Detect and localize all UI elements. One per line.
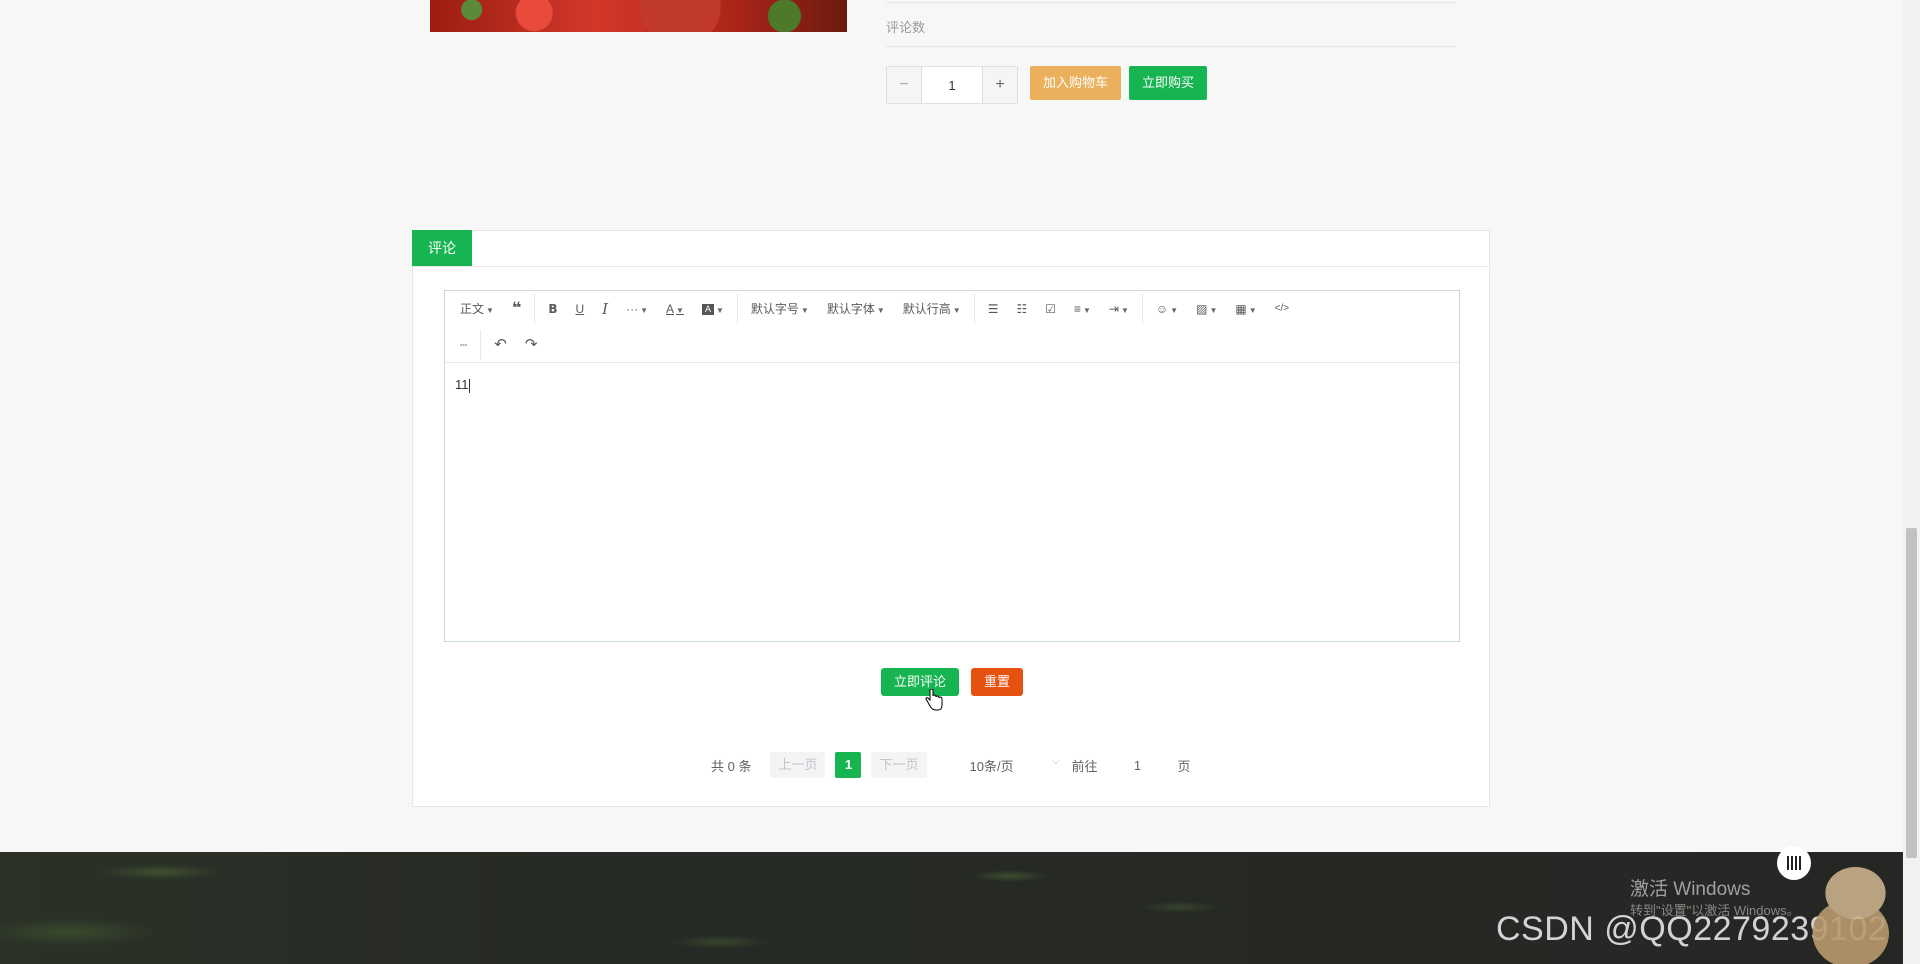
todo-icon[interactable]: ☑ [1036,294,1065,324]
prev-page-button[interactable]: 上一页 [770,752,826,778]
toolbar-separator [480,330,482,360]
add-to-cart-button[interactable]: 加入购物车 [1030,66,1122,100]
goto-page-input[interactable] [1105,751,1170,779]
buy-now-button[interactable]: 立即购买 [1129,66,1208,100]
quantity-stepper: − + [886,66,1018,104]
goto-label: 前往 [1071,758,1098,774]
scrollbar-thumb[interactable] [1906,528,1917,858]
page-scrollbar[interactable] [1903,0,1920,964]
hand-cursor-icon [925,689,943,711]
quantity-input[interactable] [922,67,982,103]
reset-button[interactable]: 重置 [971,668,1024,696]
emoji-icon[interactable]: ☺ ▼ [1147,294,1187,324]
bullet-list-icon[interactable]: ☰ [979,294,1008,324]
tab-comments[interactable]: 评论 [412,230,472,266]
font-size-dropdown[interactable]: 默认字号 ▼ [742,294,818,324]
editor-toolbar: 正文 ▼ ❝ B U I ··· ▼ A ▼ A ▼ 默认字号 ▼ 默认字体 ▼ 默认行高 ▼… [445,291,1459,363]
toolbar-separator [736,294,738,324]
mascot-image [1808,855,1903,964]
editor-text: 11 [455,377,469,392]
divider [886,46,1456,47]
table-icon[interactable]: ▦ ▼ [1226,294,1265,324]
product-image [430,0,847,32]
align-icon[interactable]: ≡ ▼ [1065,294,1100,324]
toolbar-separator [973,294,975,324]
goto-suffix: 页 [1177,758,1191,774]
activate-windows-watermark: 激活 Windows [1630,879,1751,900]
font-family-dropdown[interactable]: 默认字体 ▼ [818,294,894,324]
font-color-icon[interactable]: A ▼ [657,294,693,324]
toolbar-separator [1141,294,1143,324]
italic-icon[interactable]: I [593,294,617,324]
toolbar-separator [534,294,536,324]
image-icon[interactable]: ▨ ▼ [1187,294,1226,324]
text-cursor [468,378,470,393]
floating-assistant-icon[interactable] [1777,846,1811,880]
rich-text-editor: 正文 ▼ ❝ B U I ··· ▼ A ▼ A ▼ 默认字号 ▼ 默认字体 ▼ 默认行高 ▼… [444,290,1460,642]
divider-icon[interactable]: ┄ [451,330,476,360]
next-page-button[interactable]: 下一页 [871,752,927,778]
indent-icon[interactable]: ⇥ ▼ [1100,294,1138,324]
page-size-select[interactable]: 10条/页 ⌵ [970,756,1060,775]
page-size-value: 10条/页 [969,758,1014,774]
comments-panel: 评论 正文 ▼ ❝ B U I ··· ▼ A ▼ A ▼ 默认字号 ▼ 默认字体 ▼ 默认… [412,230,1490,807]
bold-icon[interactable]: B [539,294,566,324]
chevron-down-icon: ⌵ [1051,755,1060,767]
line-height-dropdown[interactable]: 默认行高 ▼ [894,294,970,324]
more-icon[interactable]: ··· ▼ [617,294,657,324]
divider [886,2,1456,3]
undo-icon[interactable]: ↶ [485,330,516,360]
code-icon[interactable]: </> [1266,294,1298,324]
editor-content-area[interactable]: 11 [445,363,1459,407]
increase-quantity-button[interactable]: + [982,67,1017,103]
bg-color-icon[interactable]: A ▼ [693,294,733,324]
quote-icon[interactable]: ❝ [503,294,530,324]
paragraph-format-dropdown[interactable]: 正文 ▼ [451,294,503,324]
total-count: 共 0 条 [711,758,752,774]
decrease-quantity-button[interactable]: − [887,67,922,103]
page-number-current[interactable]: 1 [835,752,862,778]
underline-icon[interactable]: U [566,294,593,324]
panel-header: 评论 [412,230,1489,267]
numbered-list-icon[interactable]: ☷ [1007,294,1036,324]
submit-comment-button[interactable]: 立即评论 [881,668,960,696]
pagination: 共 0 条 上一页 1 下一页 10条/页 ⌵ 前往 页 [711,751,1191,779]
comment-count-label: 评论数 [886,20,926,35]
redo-icon[interactable]: ↷ [516,330,547,360]
